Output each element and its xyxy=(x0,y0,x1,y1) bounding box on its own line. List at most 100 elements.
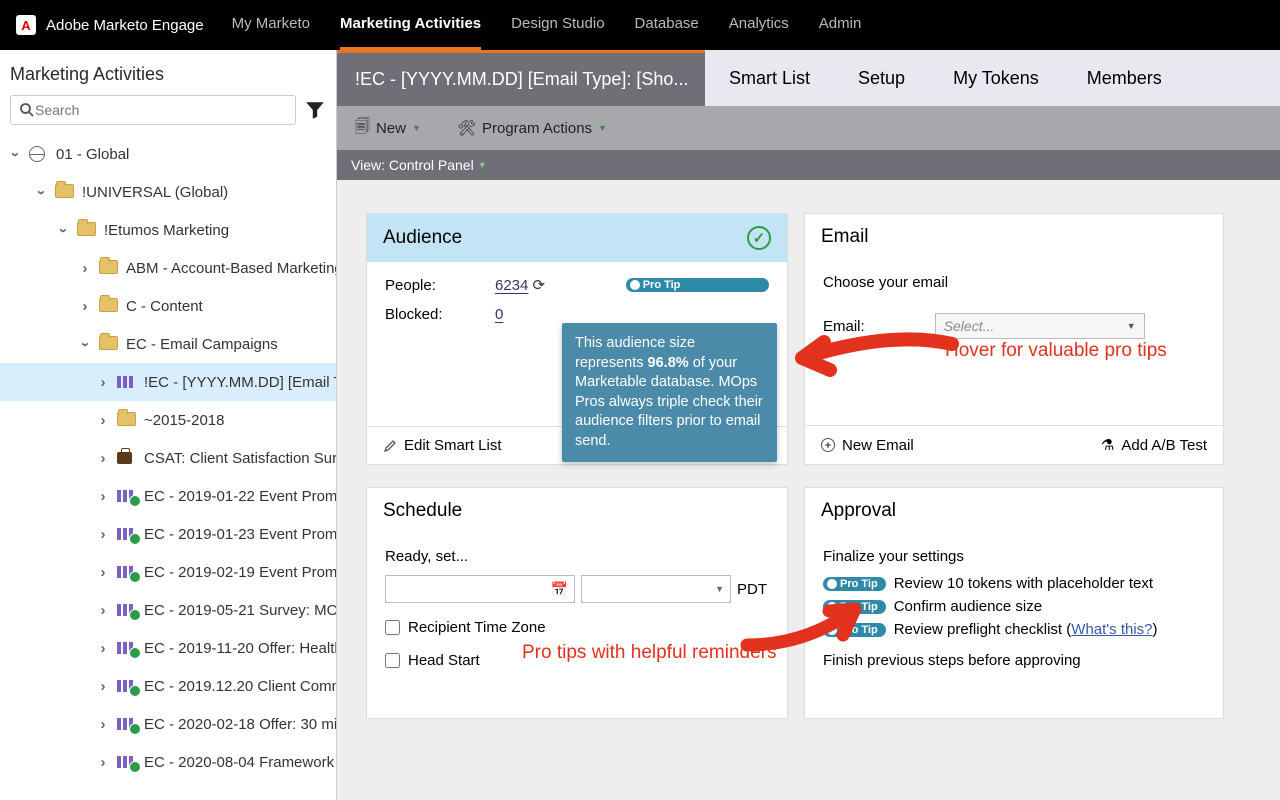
email-subtitle: Choose your email xyxy=(823,274,1205,291)
time-input[interactable]: ▼ xyxy=(581,575,731,603)
email-select[interactable]: Select... xyxy=(935,313,1145,339)
blocked-value[interactable]: 0 xyxy=(495,306,626,323)
tree-item[interactable]: ABM - Account-Based Marketing xyxy=(0,249,336,287)
tree: 01 - Global!UNIVERSAL (Global)!Etumos Ma… xyxy=(0,135,336,800)
chevron-icon[interactable] xyxy=(78,298,92,315)
tree-label: EC - 2019-05-21 Survey: MOPs xyxy=(144,602,336,619)
chevron-icon[interactable] xyxy=(96,450,110,467)
tree-label: EC - 2019-11-20 Offer: Health A xyxy=(144,640,336,657)
folder-icon xyxy=(99,260,119,276)
approval-title: Approval xyxy=(821,500,896,522)
date-input[interactable]: 📅 xyxy=(385,575,575,603)
calendar-icon: 📅 xyxy=(551,581,568,598)
audience-card: Audience ✓ People: 6234 ⟳ Pro Tip Blocke… xyxy=(367,214,787,464)
tab-bar: !EC - [YYYY.MM.DD] [Email Type]: [Sho...… xyxy=(337,50,1280,106)
view-bar[interactable]: View: Control Panel▼ xyxy=(337,150,1280,180)
nav-marketing-activities[interactable]: Marketing Activities xyxy=(340,0,481,50)
program-icon xyxy=(117,564,137,580)
sidebar-title: Marketing Activities xyxy=(0,50,336,95)
program-icon xyxy=(117,374,137,390)
tree-item[interactable]: EC - 2019-05-21 Survey: MOPs xyxy=(0,591,336,629)
tab-members[interactable]: Members xyxy=(1063,50,1186,106)
refresh-icon[interactable]: ⟳ xyxy=(533,277,546,294)
chevron-icon[interactable] xyxy=(96,374,110,391)
flask-icon: ⚗ xyxy=(1101,436,1114,454)
program-icon xyxy=(117,716,137,732)
chevron-icon[interactable] xyxy=(8,146,22,163)
tree-item[interactable]: 01 - Global xyxy=(0,135,336,173)
chevron-icon[interactable] xyxy=(78,260,92,277)
nav-my-marketo[interactable]: My Marketo xyxy=(232,0,310,50)
filter-icon[interactable] xyxy=(304,99,326,121)
nav-analytics[interactable]: Analytics xyxy=(729,0,789,50)
tree-item[interactable]: EC - 2019-11-20 Offer: Health A xyxy=(0,629,336,667)
tab-smart-list[interactable]: Smart List xyxy=(705,50,834,106)
chevron-icon[interactable] xyxy=(56,222,70,239)
tree-item[interactable]: CSAT: Client Satisfaction Surv xyxy=(0,439,336,477)
recipient-tz-checkbox[interactable]: Recipient Time Zone xyxy=(385,619,769,636)
chevron-down-icon: ▼ xyxy=(715,584,724,594)
ab-test-button[interactable]: ⚗Add A/B Test xyxy=(1101,436,1207,454)
people-label: People: xyxy=(385,277,495,294)
tree-item[interactable]: EC - 2019-01-23 Event Promo: xyxy=(0,515,336,553)
nav-database[interactable]: Database xyxy=(635,0,699,50)
chevron-icon[interactable] xyxy=(96,716,110,733)
protip-badge[interactable]: Pro Tip xyxy=(823,577,886,591)
tree-item[interactable]: C - Content xyxy=(0,287,336,325)
breadcrumb-tab[interactable]: !EC - [YYYY.MM.DD] [Email Type]: [Sho... xyxy=(337,50,705,106)
search-input[interactable] xyxy=(10,95,296,125)
program-actions-menu[interactable]: 🛠Program Actions▼ xyxy=(457,119,607,137)
tab-my-tokens[interactable]: My Tokens xyxy=(929,50,1063,106)
chevron-icon[interactable] xyxy=(96,412,110,429)
tree-item[interactable]: !UNIVERSAL (Global) xyxy=(0,173,336,211)
head-start-checkbox[interactable]: Head Start xyxy=(385,652,769,669)
protip-badge[interactable]: Pro Tip xyxy=(823,623,886,637)
protip-badge[interactable]: Pro Tip xyxy=(626,278,769,292)
schedule-subtitle: Ready, set... xyxy=(385,548,769,565)
whats-this-link[interactable]: What's this? xyxy=(1071,621,1152,638)
chevron-icon[interactable] xyxy=(96,602,110,619)
folder-icon xyxy=(99,336,119,352)
checklist-item: Review 10 tokens with placeholder text xyxy=(894,575,1153,592)
chevron-icon[interactable] xyxy=(96,640,110,657)
tree-item[interactable]: EC - 2019.12.20 Client Comm: xyxy=(0,667,336,705)
tree-label: C - Content xyxy=(126,298,203,315)
chevron-icon[interactable] xyxy=(78,336,92,353)
checklist-item: Confirm audience size xyxy=(894,598,1042,615)
tree-item[interactable]: EC - 2020-02-18 Offer: 30 min xyxy=(0,705,336,743)
tree-label: EC - 2020-08-04 Framework xyxy=(144,754,334,771)
tree-item[interactable]: ~2015-2018 xyxy=(0,401,336,439)
tab-setup[interactable]: Setup xyxy=(834,50,929,106)
email-label: Email: xyxy=(823,318,865,335)
program-icon xyxy=(117,488,137,504)
people-value[interactable]: 6234 xyxy=(495,277,528,294)
program-icon xyxy=(117,640,137,656)
protip-badge[interactable]: Pro Tip xyxy=(823,600,886,614)
search-icon xyxy=(19,102,35,118)
new-menu[interactable]: 🗐New▼ xyxy=(355,116,421,141)
chevron-icon[interactable] xyxy=(96,488,110,505)
nav-design-studio[interactable]: Design Studio xyxy=(511,0,604,50)
schedule-title: Schedule xyxy=(383,500,462,522)
tree-label: EC - 2019-01-22 Event Promo: xyxy=(144,488,336,505)
folder-icon xyxy=(99,298,119,314)
tree-item[interactable]: !EC - [YYYY.MM.DD] [Email Ty xyxy=(0,363,336,401)
folder-icon xyxy=(117,412,137,428)
chevron-icon[interactable] xyxy=(96,678,110,695)
tree-item[interactable]: !Etumos Marketing xyxy=(0,211,336,249)
tree-label: EC - 2020-02-18 Offer: 30 min xyxy=(144,716,336,733)
tree-item[interactable]: EC - 2019-02-19 Event Promo: xyxy=(0,553,336,591)
nav-admin[interactable]: Admin xyxy=(819,0,862,50)
tree-item[interactable]: EC - 2019-01-22 Event Promo: xyxy=(0,477,336,515)
edit-smartlist-button[interactable]: Edit Smart List xyxy=(383,437,502,454)
chevron-icon[interactable] xyxy=(34,184,48,201)
folder-icon xyxy=(55,184,75,200)
tree-item[interactable]: EC - Email Campaigns xyxy=(0,325,336,363)
chevron-icon[interactable] xyxy=(96,526,110,543)
new-email-button[interactable]: +New Email xyxy=(821,437,914,454)
chevron-icon[interactable] xyxy=(96,564,110,581)
chevron-icon[interactable] xyxy=(96,754,110,771)
tree-label: CSAT: Client Satisfaction Surv xyxy=(144,450,336,467)
tree-item[interactable]: EC - 2020-08-04 Framework xyxy=(0,743,336,781)
approval-note: Finish previous steps before approving xyxy=(823,652,1205,669)
